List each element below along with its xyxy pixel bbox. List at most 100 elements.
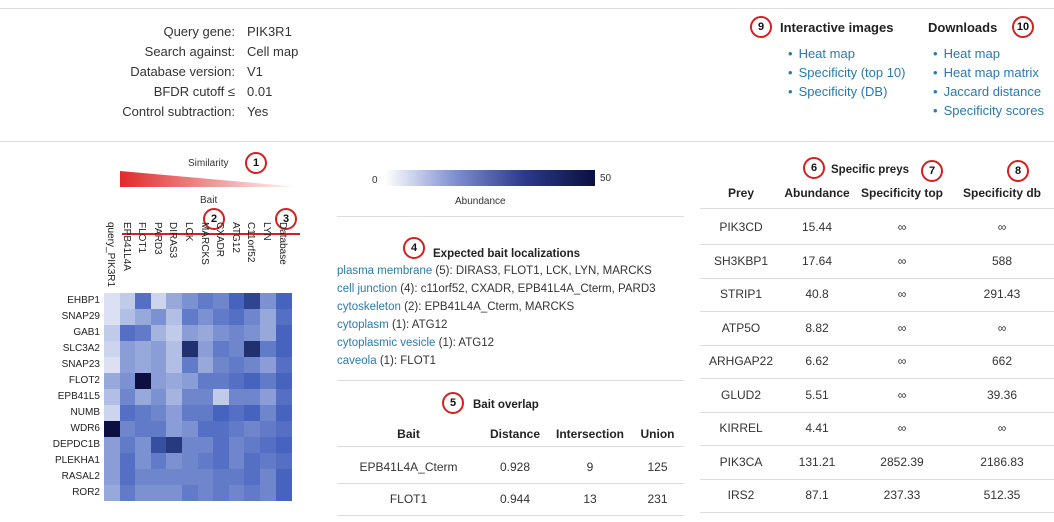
heatmap-cell[interactable] (213, 421, 230, 437)
heatmap-cell[interactable] (135, 421, 152, 437)
interactive-image-link[interactable]: Specificity (DB) (799, 84, 888, 99)
heatmap-cell[interactable] (260, 357, 277, 373)
heatmap-cell[interactable] (244, 325, 261, 341)
heatmap-cell[interactable] (166, 453, 183, 469)
overlap-bait-link[interactable]: FLOT1 (337, 492, 480, 506)
download-link[interactable]: Heat map (944, 46, 1000, 61)
heatmap-cell[interactable] (182, 453, 199, 469)
heatmap-cell[interactable] (197, 357, 214, 373)
heatmap-cell[interactable] (182, 309, 199, 325)
heatmap-cell[interactable] (275, 357, 292, 373)
heatmap-cell[interactable] (213, 309, 230, 325)
heatmap-cell[interactable] (150, 373, 167, 389)
heatmap-cell[interactable] (135, 405, 152, 421)
download-link[interactable]: Specificity scores (944, 103, 1044, 118)
heatmap-cell[interactable] (119, 325, 136, 341)
heatmap-cell[interactable] (260, 293, 277, 309)
heatmap-cell[interactable] (150, 421, 167, 437)
heatmap-cell[interactable] (150, 389, 167, 405)
prey-link[interactable]: GLUD2 (700, 388, 782, 402)
heatmap-cell[interactable] (135, 341, 152, 357)
heatmap-cell[interactable] (150, 325, 167, 341)
heatmap-cell[interactable] (104, 469, 121, 485)
heatmap-cell[interactable] (150, 453, 167, 469)
heatmap-cell[interactable] (119, 389, 136, 405)
heatmap-cell[interactable] (104, 453, 121, 469)
heatmap-cell[interactable] (197, 341, 214, 357)
heatmap-cell[interactable] (228, 437, 245, 453)
interactive-image-link[interactable]: Specificity (top 10) (799, 65, 906, 80)
prey-link[interactable]: ATP5O (700, 321, 782, 335)
heatmap-cell[interactable] (182, 389, 199, 405)
heatmap-cell[interactable] (135, 293, 152, 309)
heatmap-cell[interactable] (119, 469, 136, 485)
heatmap-cell[interactable] (150, 293, 167, 309)
heatmap-cell[interactable] (228, 421, 245, 437)
heatmap-cell[interactable] (244, 373, 261, 389)
heatmap-cell[interactable] (166, 469, 183, 485)
heatmap-cell[interactable] (197, 437, 214, 453)
heatmap-cell[interactable] (150, 309, 167, 325)
heatmap-cell[interactable] (104, 309, 121, 325)
localization-term-link[interactable]: plasma membrane (337, 265, 432, 277)
heatmap-cell[interactable] (166, 309, 183, 325)
heatmap-cell[interactable] (228, 357, 245, 373)
heatmap-cell[interactable] (166, 293, 183, 309)
heatmap-cell[interactable] (228, 453, 245, 469)
localization-term-link[interactable]: cytoplasm (337, 319, 389, 331)
heatmap-cell[interactable] (166, 357, 183, 373)
interactive-image-item[interactable]: Specificity (top 10) (788, 63, 906, 82)
prey-link[interactable]: STRIP1 (700, 287, 782, 301)
heatmap-cell[interactable] (104, 485, 121, 501)
heatmap-cell[interactable] (182, 437, 199, 453)
heatmap-cell[interactable] (228, 309, 245, 325)
heatmap-cell[interactable] (260, 405, 277, 421)
prey-link[interactable]: PIK3CD (700, 220, 782, 234)
heatmap-cell[interactable] (104, 341, 121, 357)
download-item[interactable]: Heat map matrix (933, 63, 1044, 82)
download-link[interactable]: Heat map matrix (944, 65, 1039, 80)
heatmap-cell[interactable] (197, 453, 214, 469)
interactive-image-link[interactable]: Heat map (799, 46, 855, 61)
heatmap-cell[interactable] (275, 325, 292, 341)
heatmap-cell[interactable] (244, 293, 261, 309)
heatmap-cell[interactable] (182, 405, 199, 421)
heatmap-cell[interactable] (260, 421, 277, 437)
heatmap-cell[interactable] (275, 373, 292, 389)
heatmap-cell[interactable] (260, 325, 277, 341)
heatmap-cell[interactable] (104, 373, 121, 389)
heatmap-cell[interactable] (135, 325, 152, 341)
heatmap-cell[interactable] (119, 293, 136, 309)
localization-term-link[interactable]: caveola (337, 355, 377, 367)
heatmap-cell[interactable] (166, 373, 183, 389)
heatmap-cell[interactable] (275, 309, 292, 325)
overlap-bait-link[interactable]: EPB41L4A_Cterm (337, 460, 480, 474)
heatmap-cell[interactable] (275, 453, 292, 469)
heatmap-cell[interactable] (182, 485, 199, 501)
heatmap-cell[interactable] (197, 309, 214, 325)
download-link[interactable]: Jaccard distance (944, 84, 1042, 99)
heatmap-cell[interactable] (119, 437, 136, 453)
heatmap-cell[interactable] (135, 437, 152, 453)
heatmap-cell[interactable] (150, 437, 167, 453)
heatmap-cell[interactable] (182, 325, 199, 341)
heatmap-cell[interactable] (104, 405, 121, 421)
heatmap-cell[interactable] (244, 453, 261, 469)
heatmap-cell[interactable] (197, 389, 214, 405)
heatmap-cell[interactable] (275, 469, 292, 485)
heatmap-cell[interactable] (119, 357, 136, 373)
heatmap-cell[interactable] (166, 437, 183, 453)
heatmap-cell[interactable] (260, 389, 277, 405)
heatmap-cell[interactable] (228, 485, 245, 501)
heatmap-cell[interactable] (135, 389, 152, 405)
heatmap-cell[interactable] (150, 469, 167, 485)
heatmap-cell[interactable] (244, 389, 261, 405)
heatmap-cell[interactable] (119, 341, 136, 357)
heatmap-cell[interactable] (104, 325, 121, 341)
heatmap-cell[interactable] (228, 293, 245, 309)
heatmap-cell[interactable] (228, 341, 245, 357)
heatmap-cell[interactable] (228, 373, 245, 389)
heatmap-cell[interactable] (260, 373, 277, 389)
heatmap-cell[interactable] (244, 421, 261, 437)
heatmap-cell[interactable] (182, 293, 199, 309)
